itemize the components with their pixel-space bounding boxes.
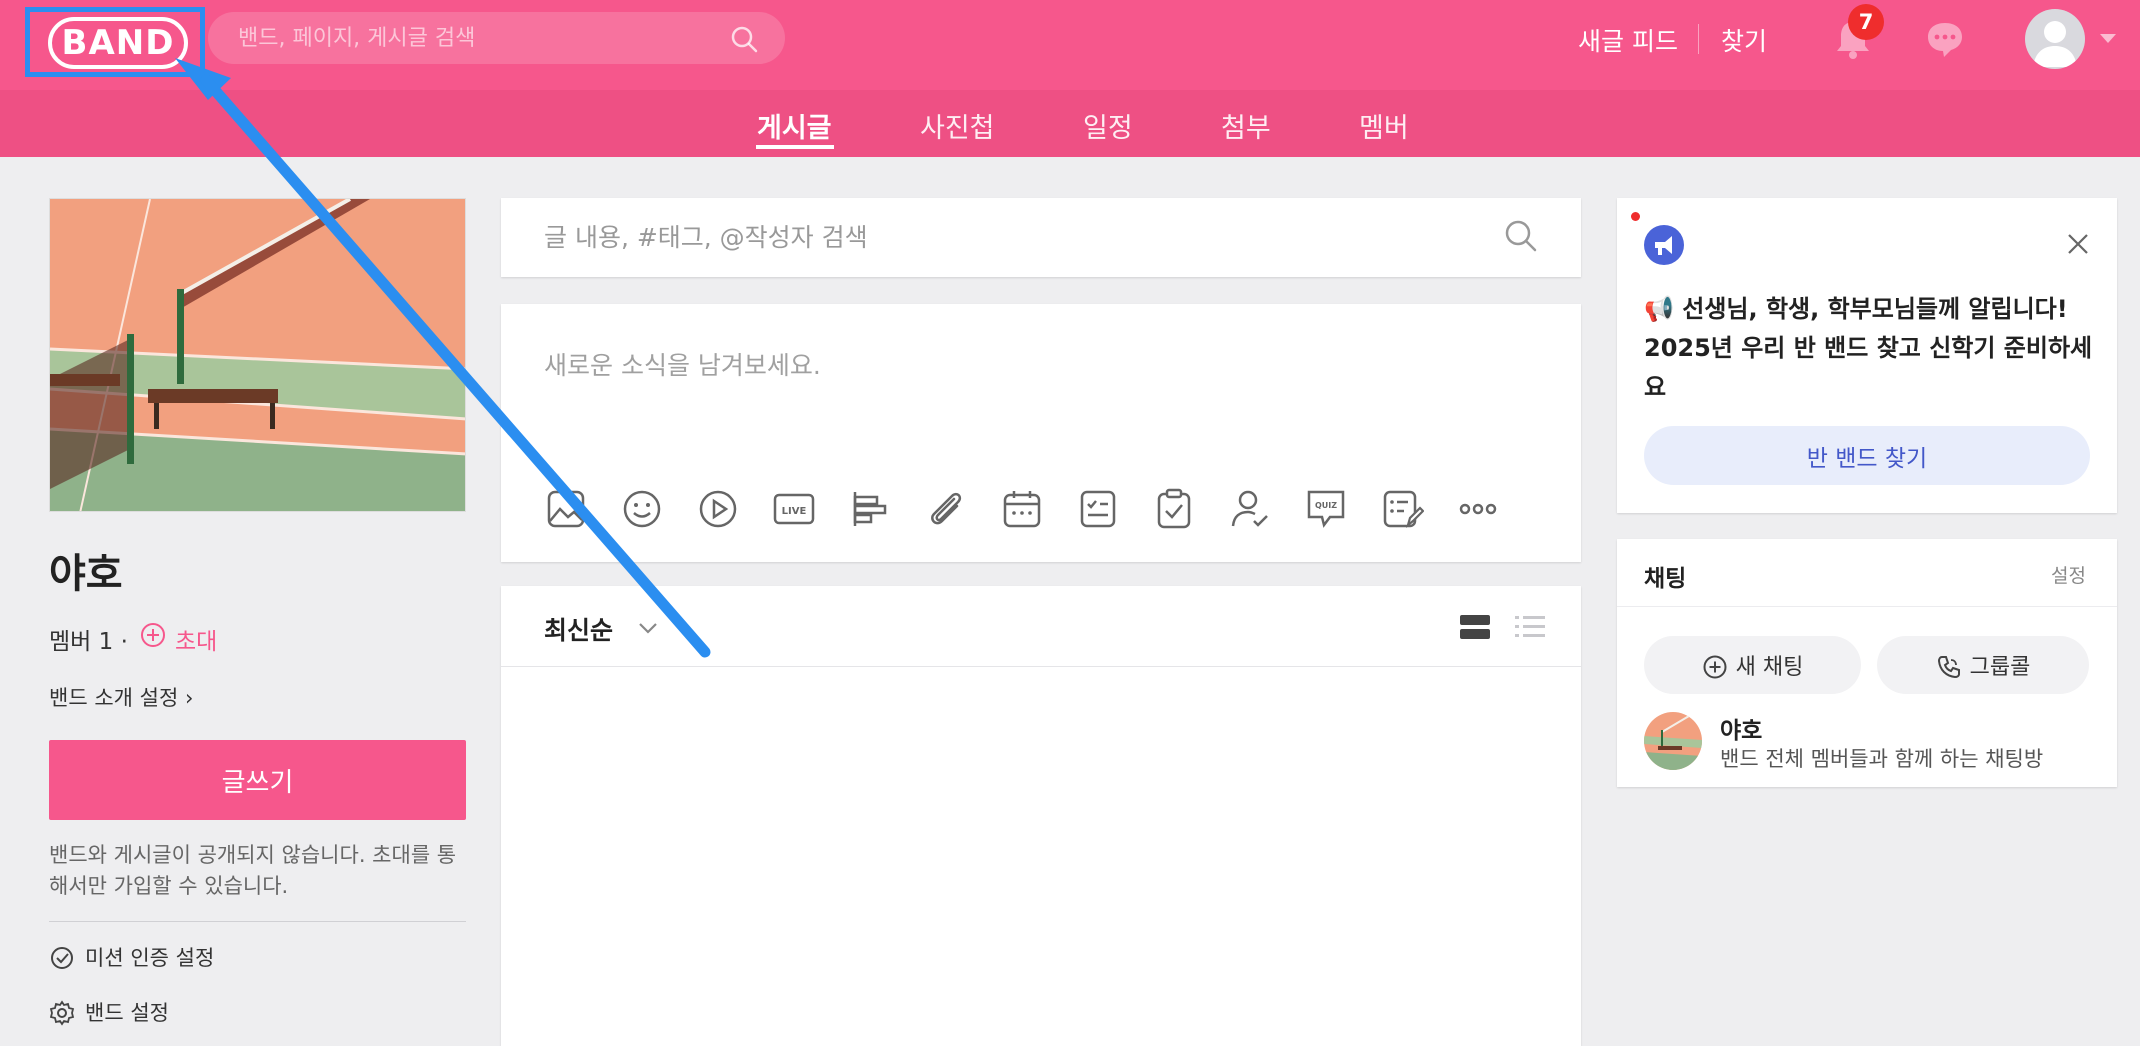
tab-attachments[interactable]: 첨부 <box>1221 106 1271 145</box>
poll-icon[interactable] <box>848 487 892 531</box>
header-divider <box>1698 24 1699 54</box>
new-chat-label: 새 채팅 <box>1735 655 1804 680</box>
notification-badge: 7 <box>1848 4 1884 40</box>
megaphone-icon <box>1655 236 1672 255</box>
global-search-input[interactable] <box>238 12 708 64</box>
compose-placeholder[interactable]: 새로운 소식을 남겨보세요. <box>544 346 821 382</box>
logo-highlight-box: BAND <box>25 7 205 77</box>
group-call-button[interactable]: 그룹콜 <box>1877 636 2089 694</box>
chevron-down-icon[interactable] <box>2100 34 2116 43</box>
global-search <box>208 12 785 64</box>
post-search-bar <box>501 198 1581 277</box>
chat-room-thumbnail[interactable] <box>1644 712 1702 770</box>
find-class-band-button[interactable]: 반 밴드 찾기 <box>1644 426 2090 485</box>
attendance-icon[interactable] <box>1228 487 1272 531</box>
member-count[interactable]: 멤버 1 · <box>49 622 128 656</box>
invite-link[interactable]: 초대 <box>175 622 217 656</box>
group-call-label: 그룹콜 <box>1969 655 2031 680</box>
sticker-icon[interactable] <box>620 487 664 531</box>
post-search-input[interactable] <box>544 198 1504 277</box>
tennis-court-thumbnail <box>1644 712 1702 770</box>
promo-card: 📢 선생님, 학생, 학부모님들께 알립니다! 2025년 우리 반 밴드 찾고… <box>1617 198 2117 513</box>
close-icon[interactable] <box>2065 231 2091 257</box>
megaphone-badge <box>1644 225 1684 265</box>
compose-box[interactable]: 새로운 소식을 남겨보세요. LIVE QUIZ <box>501 304 1581 562</box>
search-icon[interactable] <box>729 24 759 54</box>
calendar-icon[interactable] <box>1000 487 1044 531</box>
photo-icon[interactable] <box>544 487 588 531</box>
plus-circle-icon <box>1703 655 1727 679</box>
band-name: 야호 <box>49 551 123 597</box>
chat-title: 채팅 <box>1644 566 1687 592</box>
write-post-button[interactable]: 글쓰기 <box>49 740 466 820</box>
band-logo[interactable]: BAND <box>48 17 188 69</box>
feed-divider <box>501 666 1581 667</box>
tennis-court-illustration <box>50 199 465 511</box>
video-icon[interactable] <box>696 487 740 531</box>
tab-members[interactable]: 멤버 <box>1359 106 1409 145</box>
quiz-icon[interactable]: QUIZ <box>1304 487 1348 531</box>
sort-dropdown[interactable]: 최신순 <box>544 611 613 647</box>
phone-icon <box>1937 656 1960 679</box>
active-tab-indicator <box>756 145 834 149</box>
quiz-label: QUIZ <box>1315 501 1337 510</box>
tab-photos[interactable]: 사진첩 <box>920 106 995 145</box>
chat-panel: 채팅 설정 새 채팅 그룹콜 야호 밴드 전체 멤버들과 함께 하는 채팅방 <box>1617 539 2117 787</box>
more-icon[interactable] <box>1456 487 1500 531</box>
tab-posts[interactable]: 게시글 <box>757 106 832 145</box>
live-icon[interactable]: LIVE <box>772 487 816 531</box>
attach-icon[interactable] <box>924 487 968 531</box>
check-circle-icon <box>51 947 73 969</box>
gear-icon <box>49 1000 75 1026</box>
mission-setting-label: 미션 인증 설정 <box>85 946 215 970</box>
plus-circle-icon[interactable] <box>140 622 166 648</box>
chevron-down-icon[interactable] <box>636 616 660 640</box>
band-tabs-bar <box>0 90 2140 157</box>
band-setting-label: 밴드 설정 <box>85 1001 169 1025</box>
todo-icon[interactable] <box>1076 487 1120 531</box>
search-icon[interactable] <box>1503 218 1539 254</box>
card-view-icon[interactable] <box>1459 612 1491 642</box>
form-icon[interactable] <box>1380 487 1424 531</box>
chat-room-description: 밴드 전체 멤버들과 함께 하는 채팅방 <box>1720 747 2044 771</box>
list-view-icon[interactable] <box>1514 612 1546 642</box>
user-icon <box>2033 21 2077 67</box>
privacy-notice: 밴드와 게시글이 공개되지 않습니다. 초대를 통해서만 가입할 수 있습니다. <box>49 843 457 898</box>
chat-room-name[interactable]: 야호 <box>1720 711 1762 745</box>
mission-setting-item[interactable]: 미션 인증 설정 <box>49 942 214 972</box>
left-divider <box>49 921 466 922</box>
band-cover-image[interactable] <box>49 198 466 512</box>
chat-bubble-icon[interactable] <box>1925 20 1965 58</box>
band-setting-item[interactable]: 밴드 설정 <box>49 997 169 1027</box>
live-label: LIVE <box>782 506 807 517</box>
top-header: BAND 새글 피드 찾기 7 <box>0 0 2140 90</box>
promo-message: 📢 선생님, 학생, 학부모님들께 알립니다! 2025년 우리 반 밴드 찾고… <box>1644 295 2093 401</box>
chat-settings-link[interactable]: 설정 <box>2051 561 2086 588</box>
post-feed: 최신순 <box>501 586 1581 1046</box>
new-chat-button[interactable]: 새 채팅 <box>1644 636 1861 694</box>
band-intro-setting-link[interactable]: 밴드 소개 설정 › <box>49 682 193 712</box>
tab-schedule[interactable]: 일정 <box>1083 106 1133 145</box>
new-feed-link[interactable]: 새글 피드 <box>1578 22 1678 58</box>
find-link[interactable]: 찾기 <box>1721 22 1767 58</box>
profile-avatar[interactable] <box>2025 9 2085 69</box>
chat-divider <box>1617 606 2117 607</box>
unread-dot <box>1631 212 1640 221</box>
checklist-icon[interactable] <box>1152 487 1196 531</box>
